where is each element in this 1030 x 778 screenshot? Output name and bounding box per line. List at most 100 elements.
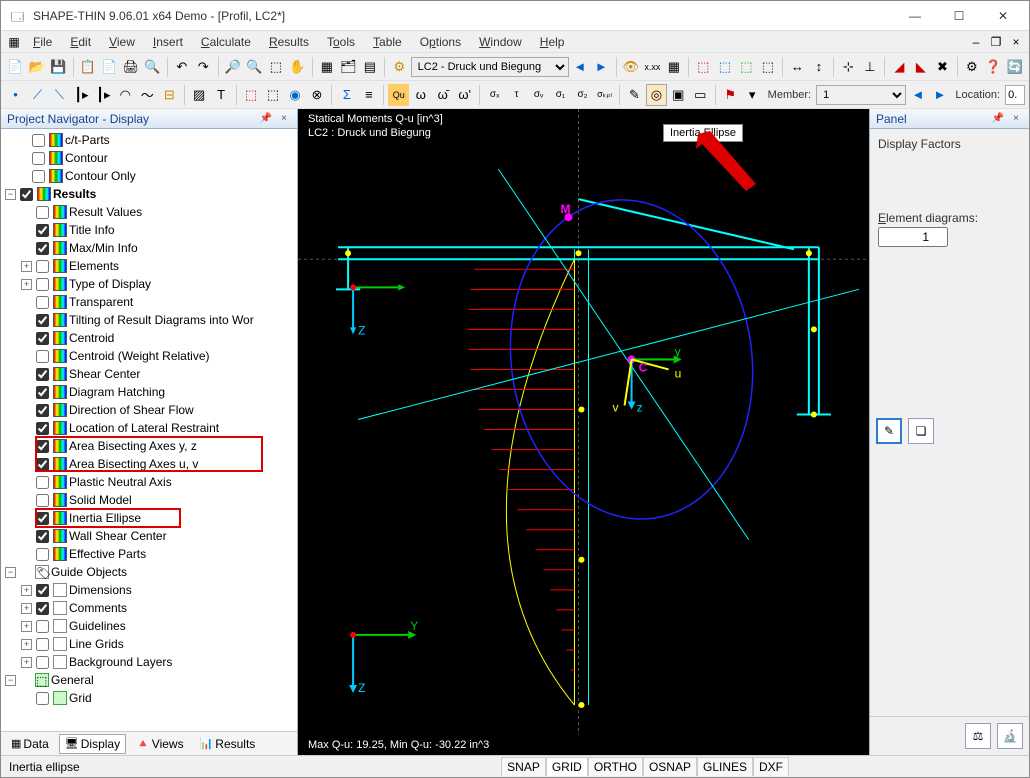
check-wall-shear[interactable] [36, 530, 49, 543]
tree-dimensions[interactable]: Dimensions [69, 583, 132, 597]
tree-type-display[interactable]: Type of Display [69, 277, 151, 291]
tau-icon[interactable]: τ [506, 84, 527, 106]
pan-icon[interactable]: ✋ [287, 56, 308, 78]
maximize-button[interactable]: ☐ [937, 2, 981, 30]
sigma-icon[interactable]: Σ [336, 84, 357, 106]
new-icon[interactable]: ▦ [7, 35, 21, 49]
sigma-kpl-icon[interactable]: σₖₚₗ [594, 84, 615, 106]
text-icon[interactable]: T [211, 84, 232, 106]
navigator-icon[interactable]: 🗂 [338, 56, 359, 78]
undo-icon[interactable]: ↶ [172, 56, 193, 78]
check-dir-shear[interactable] [36, 404, 49, 417]
spline-icon[interactable]: ～ [137, 84, 158, 106]
next-member-icon[interactable]: ► [929, 84, 950, 106]
help-icon[interactable]: ❓ [983, 56, 1004, 78]
menu-results[interactable]: Results [261, 33, 317, 51]
check-results[interactable] [20, 188, 33, 201]
flag-icon[interactable]: ⚑ [720, 84, 741, 106]
sel-a-icon[interactable]: ⬚ [241, 84, 262, 106]
draw-line-icon[interactable]: ⟋ [27, 84, 48, 106]
load-case-combo[interactable]: LC2 - Druck und Biegung [411, 57, 569, 77]
snap-icon[interactable]: ⊹ [838, 56, 859, 78]
paste-icon[interactable]: 📄 [99, 56, 120, 78]
navigator-tree[interactable]: c/t-Parts Contour Contour Only −Results … [1, 129, 297, 731]
menu-calculate[interactable]: Calculate [193, 33, 259, 51]
sel-b-icon[interactable]: ⬚ [263, 84, 284, 106]
draw-poly-icon[interactable]: ⟍ [49, 84, 70, 106]
result-wv-icon[interactable]: ω [410, 84, 431, 106]
dim-icon[interactable]: ↔ [787, 56, 808, 78]
check-dimensions[interactable] [36, 584, 49, 597]
result-qu-icon[interactable]: Qu [388, 84, 409, 106]
sigma-1-icon[interactable]: σ₁ [550, 84, 571, 106]
check-tilting[interactable] [36, 314, 49, 327]
sel-c-icon[interactable]: ◉ [285, 84, 306, 106]
tool-d-icon[interactable]: ⬚ [758, 56, 779, 78]
result-omegap-icon[interactable]: ω' [454, 84, 475, 106]
rpanel-zoom-icon[interactable]: 🔬 [997, 723, 1023, 749]
tree-area-uv[interactable]: Area Bisecting Axes u, v [69, 457, 198, 471]
menu-file[interactable]: File [25, 33, 60, 51]
refresh-icon[interactable]: 🔄 [1005, 56, 1026, 78]
result-omega-icon[interactable]: ω̄ [432, 84, 453, 106]
toggle-dxf[interactable]: DXF [753, 757, 789, 776]
tree-loc-lateral[interactable]: Location of Lateral Restraint [69, 421, 219, 435]
preview-icon[interactable]: 🔍 [142, 56, 163, 78]
xxx-icon[interactable]: x.xx [642, 56, 663, 78]
mdi-minimize-icon[interactable]: – [969, 35, 983, 49]
toggle-glines[interactable]: GLINES [697, 757, 753, 776]
sigma-x-icon[interactable]: σₓ [484, 84, 505, 106]
dropdown-icon[interactable]: ▾ [742, 84, 763, 106]
check-ct-parts[interactable] [32, 134, 45, 147]
close-button[interactable]: ✕ [981, 2, 1025, 30]
check-area-yz[interactable] [36, 440, 49, 453]
check-maxmin[interactable] [36, 242, 49, 255]
rpanel-scale-icon[interactable]: ⚖ [965, 723, 991, 749]
rpanel-close-icon[interactable]: × [1009, 112, 1023, 126]
settings-icon[interactable]: ⚙ [962, 56, 983, 78]
check-centroid[interactable] [36, 332, 49, 345]
print-icon[interactable]: 🖨 [121, 56, 142, 78]
tree-general[interactable]: General [51, 673, 94, 687]
tri-a-icon[interactable]: ◢ [889, 56, 910, 78]
menu-insert[interactable]: Insert [145, 33, 191, 51]
tool-c-icon[interactable]: ⬚ [736, 56, 757, 78]
menu-options[interactable]: Options [412, 33, 469, 51]
tool-b-icon[interactable]: ⬚ [715, 56, 736, 78]
tree-inertia-ellipse[interactable]: Inertia Ellipse [69, 511, 141, 525]
ortho-icon[interactable]: ⊥ [860, 56, 881, 78]
tree-maxmin[interactable]: Max/Min Info [69, 241, 138, 255]
tree-guide[interactable]: Guide Objects [51, 565, 127, 579]
zoom-window-icon[interactable]: ⬚ [266, 56, 287, 78]
check-loc-lateral[interactable] [36, 422, 49, 435]
check-grid[interactable] [36, 692, 49, 705]
check-comments[interactable] [36, 602, 49, 615]
check-result-values[interactable] [36, 206, 49, 219]
tree-title-info[interactable]: Title Info [69, 223, 115, 237]
tab-display[interactable]: 🖥 Display [59, 734, 126, 754]
rpanel-pin-icon[interactable]: 📌 [991, 112, 1005, 126]
check-line-grids[interactable] [36, 638, 49, 651]
doc-icon[interactable]: ▣ [668, 84, 689, 106]
grid-display-icon[interactable]: ▦ [664, 56, 685, 78]
calculate-icon[interactable]: ⚙ [389, 56, 410, 78]
check-centroid-wr[interactable] [36, 350, 49, 363]
check-solid-model[interactable] [36, 494, 49, 507]
menu-table[interactable]: Table [365, 33, 410, 51]
sel-d-icon[interactable]: ⊗ [307, 84, 328, 106]
open-file-icon[interactable]: 📂 [27, 56, 48, 78]
menu-view[interactable]: View [101, 33, 143, 51]
tab-results[interactable]: 📊 Results [194, 734, 262, 754]
tree-wall-shear[interactable]: Wall Shear Center [69, 529, 167, 543]
prev-member-icon[interactable]: ◄ [907, 84, 928, 106]
toggle-snap[interactable]: SNAP [501, 757, 546, 776]
rect-icon[interactable]: ▭ [690, 84, 711, 106]
check-type-display[interactable] [36, 278, 49, 291]
tree-comments[interactable]: Comments [69, 601, 127, 615]
tool-a-icon[interactable]: ⬚ [693, 56, 714, 78]
profile-icon[interactable]: ⊟ [159, 84, 180, 106]
tree-bg-layers[interactable]: Background Layers [69, 655, 172, 669]
panel-icon[interactable]: ▤ [360, 56, 381, 78]
tree-shear-center[interactable]: Shear Center [69, 367, 140, 381]
close-pane-icon[interactable]: × [277, 112, 291, 126]
